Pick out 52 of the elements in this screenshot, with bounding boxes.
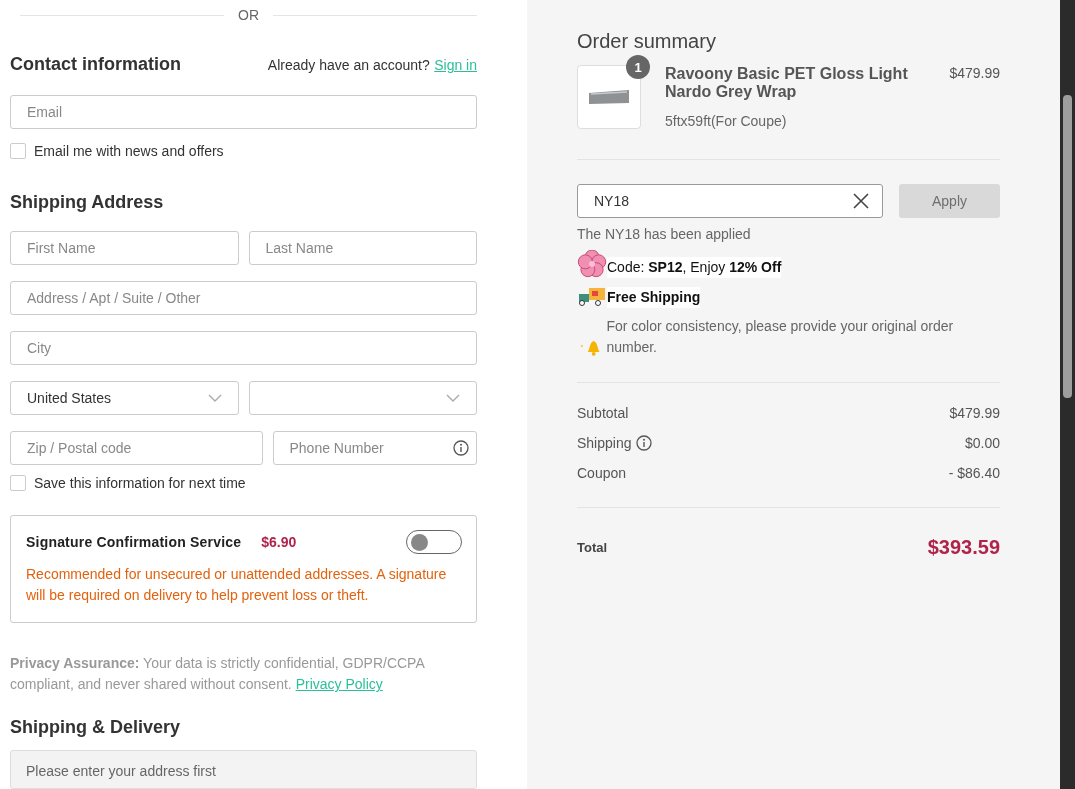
product-variant: 5ftx59ft(For Coupe) [665, 113, 788, 129]
summary-label: Coupon [577, 465, 627, 481]
truck-icon [577, 286, 607, 308]
email-field[interactable]: Email [10, 95, 477, 130]
account-prompt: Already have an account? [267, 57, 430, 74]
summary-title: Order summary [577, 30, 717, 53]
privacy-note: Privacy Assurance: Your data is strictly confidential, GDPR/CCPA compliant, and never shared without consent. Privacy Policy [10, 654, 426, 695]
product-name: Ravoony Basic PET Gloss Light Nardo Grey Wrap [665, 65, 909, 101]
input-field[interactable]: City [10, 331, 477, 366]
input-field[interactable]: Phone Number [272, 431, 477, 466]
input-field[interactable]: First Name [10, 231, 239, 266]
privacy-policy-link[interactable]: Privacy Policy [295, 676, 383, 693]
info-icon[interactable] [635, 435, 652, 451]
input-field[interactable]: Address / Apt / Suite / Other [10, 281, 477, 316]
service-price: $6.90 [261, 534, 297, 551]
chevron-down-icon [446, 394, 460, 403]
summary-value: $0.00 [964, 435, 1000, 451]
input-field[interactable]: Zip / Postal code [10, 431, 263, 466]
vinyl-roll-icon [587, 89, 631, 105]
promo-text: For color consistency, please provide your original order number. [606, 317, 955, 357]
toggle-switch[interactable] [406, 530, 462, 555]
checkbox-label: Save this information for next time [34, 475, 246, 492]
section-heading: Contact information [10, 54, 181, 76]
info-icon[interactable] [453, 440, 469, 457]
select-field[interactable] [248, 381, 477, 416]
input-field[interactable]: Last Name [248, 231, 477, 266]
checkbox-label: Email me with news and offers [34, 143, 224, 160]
checkbox[interactable] [10, 475, 26, 492]
checkbox[interactable] [10, 143, 26, 160]
service-title: Signature Confirmation Service [26, 534, 242, 551]
sign-in-link[interactable]: Sign in [434, 57, 477, 74]
total-label: Total [577, 540, 608, 555]
promo-text: Code: SP12, Enjoy 12% Off [607, 257, 782, 278]
quantity-badge: 1 [626, 55, 650, 79]
notice-text: Please enter your address first [26, 763, 216, 780]
summary-label: Subtotal [577, 405, 629, 421]
section-heading: Shipping & Delivery [10, 717, 182, 739]
close-icon[interactable] [853, 193, 869, 209]
promo-text: Free Shipping [607, 287, 701, 308]
divider-label: OR [238, 7, 259, 24]
summary-label: Shipping [577, 435, 632, 451]
coupon-message: The NY18 has been applied [577, 226, 752, 242]
flower-icon [577, 250, 607, 278]
scrollbar[interactable] [1060, 0, 1075, 789]
select-field[interactable]: United States [10, 381, 239, 416]
summary-value: $479.99 [949, 405, 1000, 421]
section-heading: Shipping Address [10, 192, 165, 214]
service-description: Recommended for unsecured or unattended addresses. A signature will be required on delivery to help prevent loss or theft. [26, 565, 448, 606]
chevron-down-icon [207, 394, 222, 403]
total-value: $393.59 [927, 536, 1000, 559]
summary-value: - $86.40 [948, 465, 1000, 481]
product-price: $479.99 [949, 65, 1000, 83]
